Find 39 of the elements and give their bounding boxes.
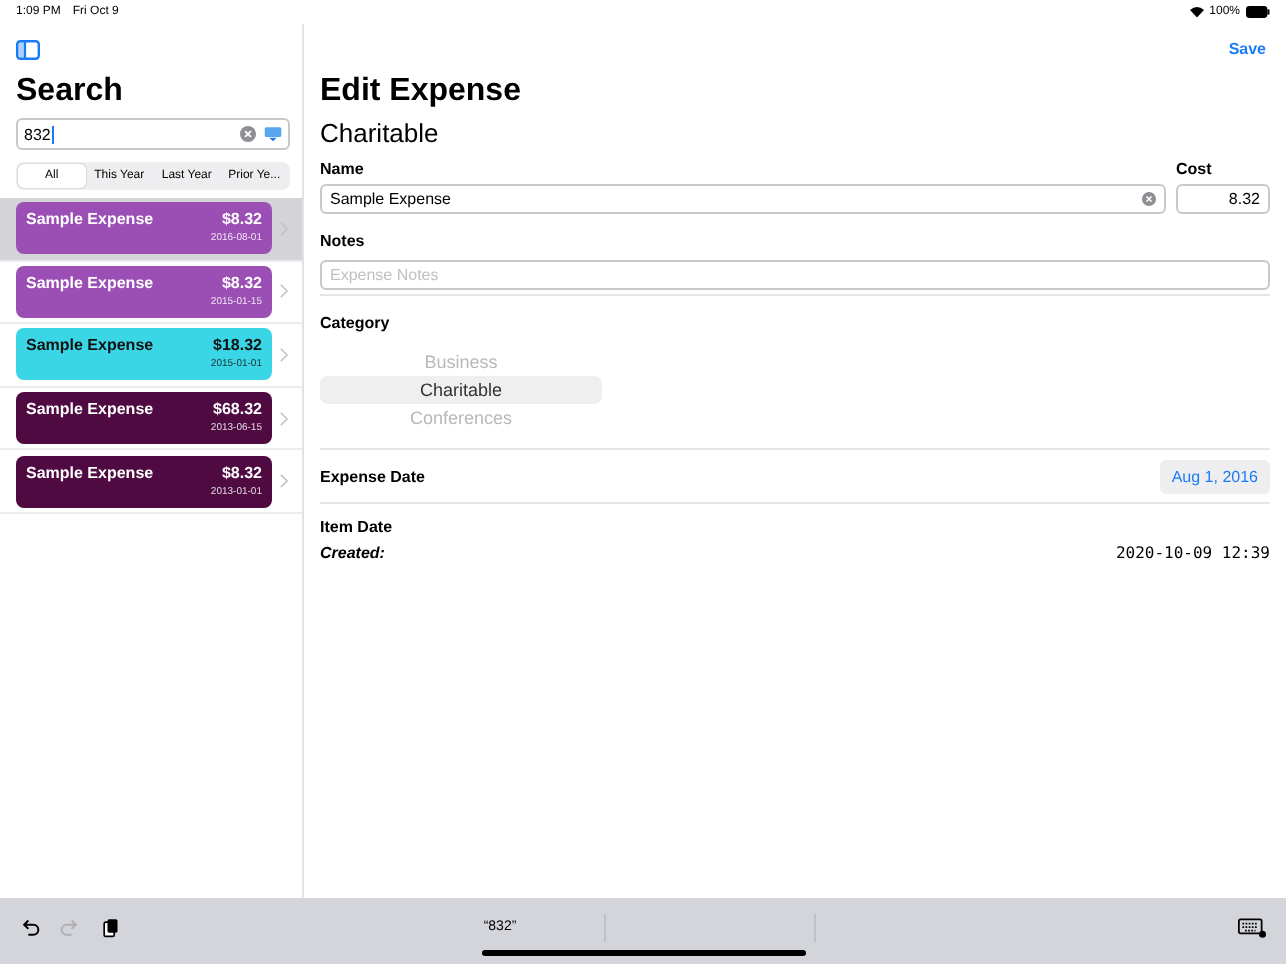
keyboard-icon[interactable] bbox=[1238, 917, 1266, 937]
expense-amount: $8.32 bbox=[221, 210, 262, 229]
name-label: Name bbox=[320, 160, 366, 178]
sidebar-toggle-icon[interactable] bbox=[16, 40, 40, 60]
expense-amount: $8.32 bbox=[221, 273, 262, 292]
expense-name: Sample Expense bbox=[26, 273, 154, 294]
picker-option[interactable]: Charitable bbox=[320, 376, 602, 404]
expense-name: Sample Expense bbox=[26, 210, 154, 231]
cost-field[interactable]: 8.32 bbox=[1176, 184, 1270, 214]
expense-name: Sample Expense bbox=[26, 463, 154, 484]
category-subtitle: Charitable bbox=[320, 116, 441, 152]
name-field[interactable]: Sample Expense bbox=[320, 184, 1166, 214]
chevron-icon bbox=[280, 474, 288, 489]
clear-icon[interactable] bbox=[240, 126, 256, 142]
expense-amount: $18.32 bbox=[213, 336, 262, 355]
created-label: Created: bbox=[320, 544, 385, 562]
notes-label: Notes bbox=[320, 232, 367, 250]
wifi-icon bbox=[1189, 6, 1204, 18]
sidebar-title: Search bbox=[14, 72, 125, 112]
page-title: Edit Expense bbox=[320, 72, 523, 112]
expense-amount: $8.32 bbox=[221, 463, 262, 482]
search-field[interactable]: 832 bbox=[16, 118, 290, 150]
save-button[interactable]: Save bbox=[1224, 39, 1270, 57]
cost-label: Cost bbox=[1176, 160, 1214, 178]
expense-amount: $68.32 bbox=[213, 400, 262, 419]
undo-icon[interactable] bbox=[20, 917, 40, 937]
clipboard-icon[interactable] bbox=[100, 917, 120, 937]
battery-icon bbox=[1246, 6, 1270, 18]
item-date-label: Item Date bbox=[320, 518, 395, 536]
created-timestamp: 2020-10-09 12:39 bbox=[1115, 544, 1270, 562]
display-icon[interactable] bbox=[264, 126, 282, 142]
chevron-icon bbox=[280, 284, 288, 299]
category-label: Category bbox=[320, 314, 392, 332]
expense-name: Sample Expense bbox=[26, 336, 154, 357]
expense-name: Sample Expense bbox=[26, 400, 154, 421]
clear-icon[interactable] bbox=[1142, 192, 1156, 206]
chevron-icon bbox=[280, 347, 288, 362]
expense-date-label: Expense Date bbox=[320, 467, 425, 485]
chevron-icon bbox=[280, 411, 288, 426]
